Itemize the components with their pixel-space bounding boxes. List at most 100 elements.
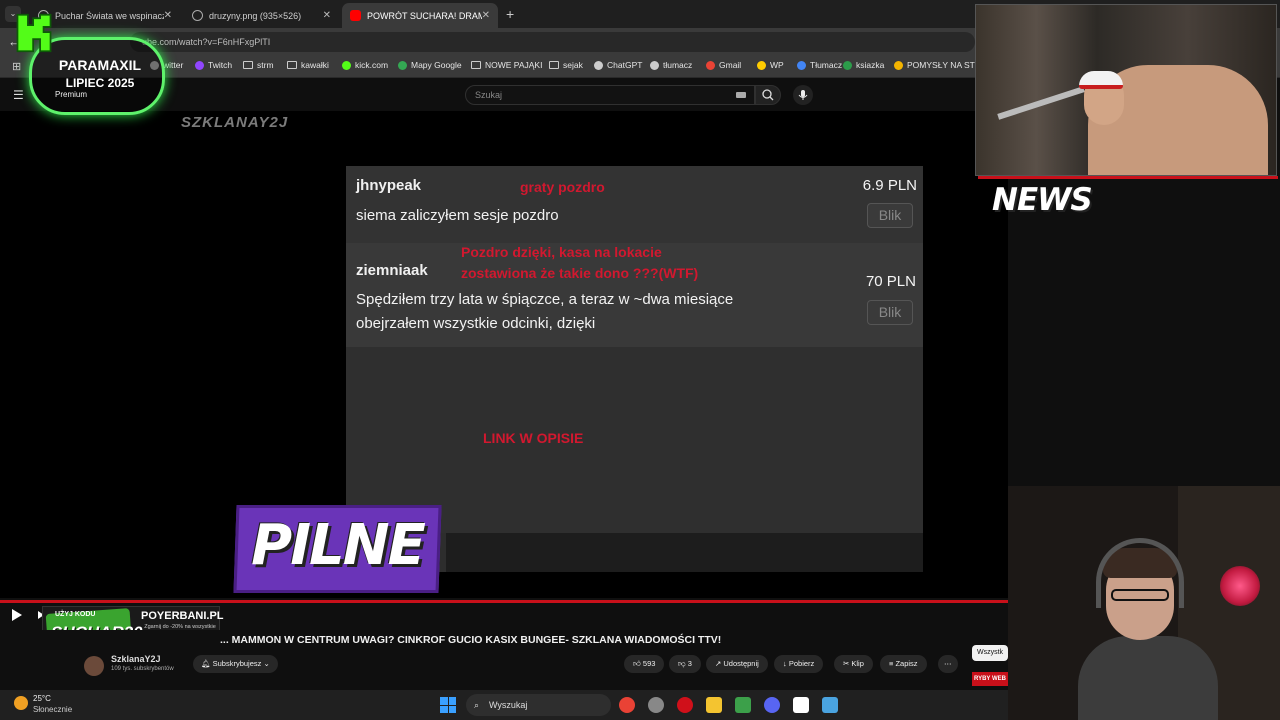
bookmark-label: Gmail bbox=[719, 60, 742, 70]
bookmark-item[interactable]: ChatGPT bbox=[594, 60, 642, 70]
capcut-icon[interactable] bbox=[793, 697, 809, 713]
screen: ⌄ Puchar Świata we wspinaczce w ✕ druzyn… bbox=[0, 0, 1280, 720]
windows-start-icon[interactable] bbox=[440, 697, 456, 713]
notepad-icon[interactable] bbox=[822, 697, 838, 713]
kick-icon bbox=[342, 60, 351, 70]
donation-amount: 6.9 PLN bbox=[862, 177, 917, 194]
bookmark-item[interactable]: tłumacz bbox=[650, 60, 692, 70]
bookmark-item[interactable]: kawałki bbox=[287, 60, 329, 70]
opera-icon[interactable] bbox=[677, 697, 693, 713]
bookmark-item[interactable]: ksiazka bbox=[843, 60, 884, 70]
shield-icon[interactable] bbox=[735, 697, 751, 713]
chevron-down-icon: ⌄ bbox=[261, 659, 270, 668]
chrome-icon[interactable] bbox=[619, 697, 635, 713]
subscribe-button[interactable]: 🔔︎ Subskrybujesz ⌄ bbox=[193, 655, 278, 673]
donation-amount: 70 PLN bbox=[865, 273, 916, 290]
folder-icon bbox=[287, 61, 297, 69]
donation-item: jhnypeak graty pozdro 6.9 PLN siema zali… bbox=[346, 166, 923, 243]
webcam-person-body bbox=[1078, 636, 1218, 720]
bookmark-label: Mapy Google bbox=[411, 60, 462, 70]
progress-bar[interactable] bbox=[0, 600, 1008, 603]
channel-name[interactable]: SzklanaY2J bbox=[111, 654, 161, 664]
webcam-person-cap bbox=[1079, 71, 1123, 89]
kick-logo-icon bbox=[16, 13, 52, 53]
search-icon bbox=[762, 89, 774, 101]
link-note: LINK W OPISIE bbox=[483, 430, 584, 446]
weather-sun-icon[interactable] bbox=[14, 696, 28, 710]
tab-youtube[interactable]: POWRÓT SUCHARA! DRAMA... ✕ bbox=[342, 3, 498, 28]
close-icon[interactable]: ✕ bbox=[164, 10, 172, 21]
microphone-icon bbox=[798, 90, 808, 100]
streamer-note-line: zostawiona że takie dono ???(WTF) bbox=[461, 265, 699, 281]
blik-button[interactable]: Blik bbox=[867, 300, 913, 325]
like-button[interactable]: 👍︎ 593 bbox=[624, 655, 665, 673]
play-icon[interactable] bbox=[12, 609, 22, 621]
bookmark-item[interactable]: WP bbox=[757, 60, 784, 70]
video-title: ... MAMMON W CENTRUM UWAGI? CINKROF GUCI… bbox=[220, 634, 722, 646]
more-button[interactable]: ⋯ bbox=[938, 655, 958, 673]
tab-label: Puchar Świata we wspinaczce w bbox=[55, 10, 164, 21]
search-button[interactable] bbox=[755, 85, 781, 105]
tab-druzyny[interactable]: druzyny.png (935×526) ✕ bbox=[184, 3, 339, 28]
channel-avatar[interactable] bbox=[84, 656, 104, 676]
folder-icon[interactable] bbox=[706, 697, 722, 713]
weather-temp[interactable]: 25°C bbox=[33, 694, 51, 703]
bookmark-item[interactable]: kick.com bbox=[342, 60, 388, 70]
download-button[interactable]: ↓ Pobierz bbox=[774, 655, 824, 673]
book-icon bbox=[843, 60, 852, 70]
dislike-button[interactable]: 👎︎ 3 bbox=[669, 655, 701, 673]
bookmark-label: sejak bbox=[563, 60, 583, 70]
dislike-count: 3 bbox=[687, 659, 692, 668]
globe-icon bbox=[650, 60, 659, 70]
blik-button[interactable]: Blik bbox=[867, 203, 913, 228]
close-icon[interactable]: ✕ bbox=[482, 10, 490, 21]
save-button[interactable]: ≡ Zapisz bbox=[880, 655, 927, 673]
bookmark-label: Tłumacz bbox=[810, 60, 843, 70]
close-icon[interactable]: ✕ bbox=[323, 10, 331, 21]
filter-chip[interactable]: Wszystk bbox=[972, 645, 1008, 661]
microphone-button[interactable] bbox=[793, 85, 813, 105]
headset-icon bbox=[1096, 538, 1184, 608]
taskbar-search[interactable]: ⌕ Wyszukaj bbox=[466, 694, 611, 716]
translate-icon bbox=[797, 60, 806, 70]
settings-icon[interactable] bbox=[648, 697, 664, 713]
thumbnail-label[interactable]: RYBY WEB bbox=[972, 672, 1008, 686]
globe-icon bbox=[192, 10, 203, 21]
bookmark-item[interactable]: strm bbox=[243, 60, 274, 70]
bookmark-item[interactable]: Tłumacz bbox=[797, 60, 842, 70]
youtube-icon bbox=[350, 10, 361, 21]
search-input[interactable]: Szukaj bbox=[465, 85, 755, 105]
pilne-text: PILNE bbox=[251, 513, 426, 578]
share-button[interactable]: ↗ Udostępnij bbox=[706, 655, 768, 673]
bookmark-item[interactable]: Twitch bbox=[195, 60, 232, 70]
new-tab-button[interactable]: + bbox=[506, 6, 514, 22]
weather-desc[interactable]: Słonecznie bbox=[33, 705, 72, 714]
bookmark-item[interactable]: sejak bbox=[549, 60, 583, 70]
subscribe-label: Subskrybujesz bbox=[212, 659, 262, 668]
bookmark-item[interactable]: Mapy Google bbox=[398, 60, 462, 70]
discord-icon[interactable] bbox=[764, 697, 780, 713]
keyboard-icon[interactable] bbox=[736, 92, 746, 98]
pilne-banner: PILNE bbox=[233, 505, 442, 593]
apps-grid-icon[interactable]: ⊞ bbox=[12, 60, 21, 73]
url-field[interactable]: ube.com/watch?v=F6nHFxgPlTI bbox=[130, 32, 975, 52]
bookmark-label: WP bbox=[770, 60, 784, 70]
bookmark-item[interactable]: Gmail bbox=[706, 60, 741, 70]
bookmark-label: tłumacz bbox=[663, 60, 693, 70]
clip-button[interactable]: ✂ Klip bbox=[834, 655, 873, 673]
folder-icon bbox=[243, 61, 253, 69]
save-label: Zapisz bbox=[895, 659, 918, 668]
bookmark-label: strm bbox=[257, 60, 274, 70]
menu-icon[interactable]: ☰ bbox=[13, 88, 24, 102]
sheets-icon bbox=[894, 60, 903, 70]
streamer-note-line: Pozdro dzięki, kasa na lokacie bbox=[461, 244, 662, 260]
share-label: Udostępnij bbox=[723, 659, 759, 668]
promo-brand: POYERBANI.PL bbox=[141, 610, 224, 622]
bookmark-item[interactable]: NOWE PAJĄKI bbox=[471, 60, 542, 70]
webcam-light bbox=[1220, 566, 1260, 606]
overlay-stripe bbox=[978, 176, 1278, 179]
maps-icon bbox=[398, 60, 407, 70]
bookmark-label: ksiazka bbox=[856, 60, 885, 70]
clip-label: Klip bbox=[851, 659, 864, 668]
bookmark-item[interactable]: POMYSŁY NA STRE bbox=[894, 60, 987, 70]
